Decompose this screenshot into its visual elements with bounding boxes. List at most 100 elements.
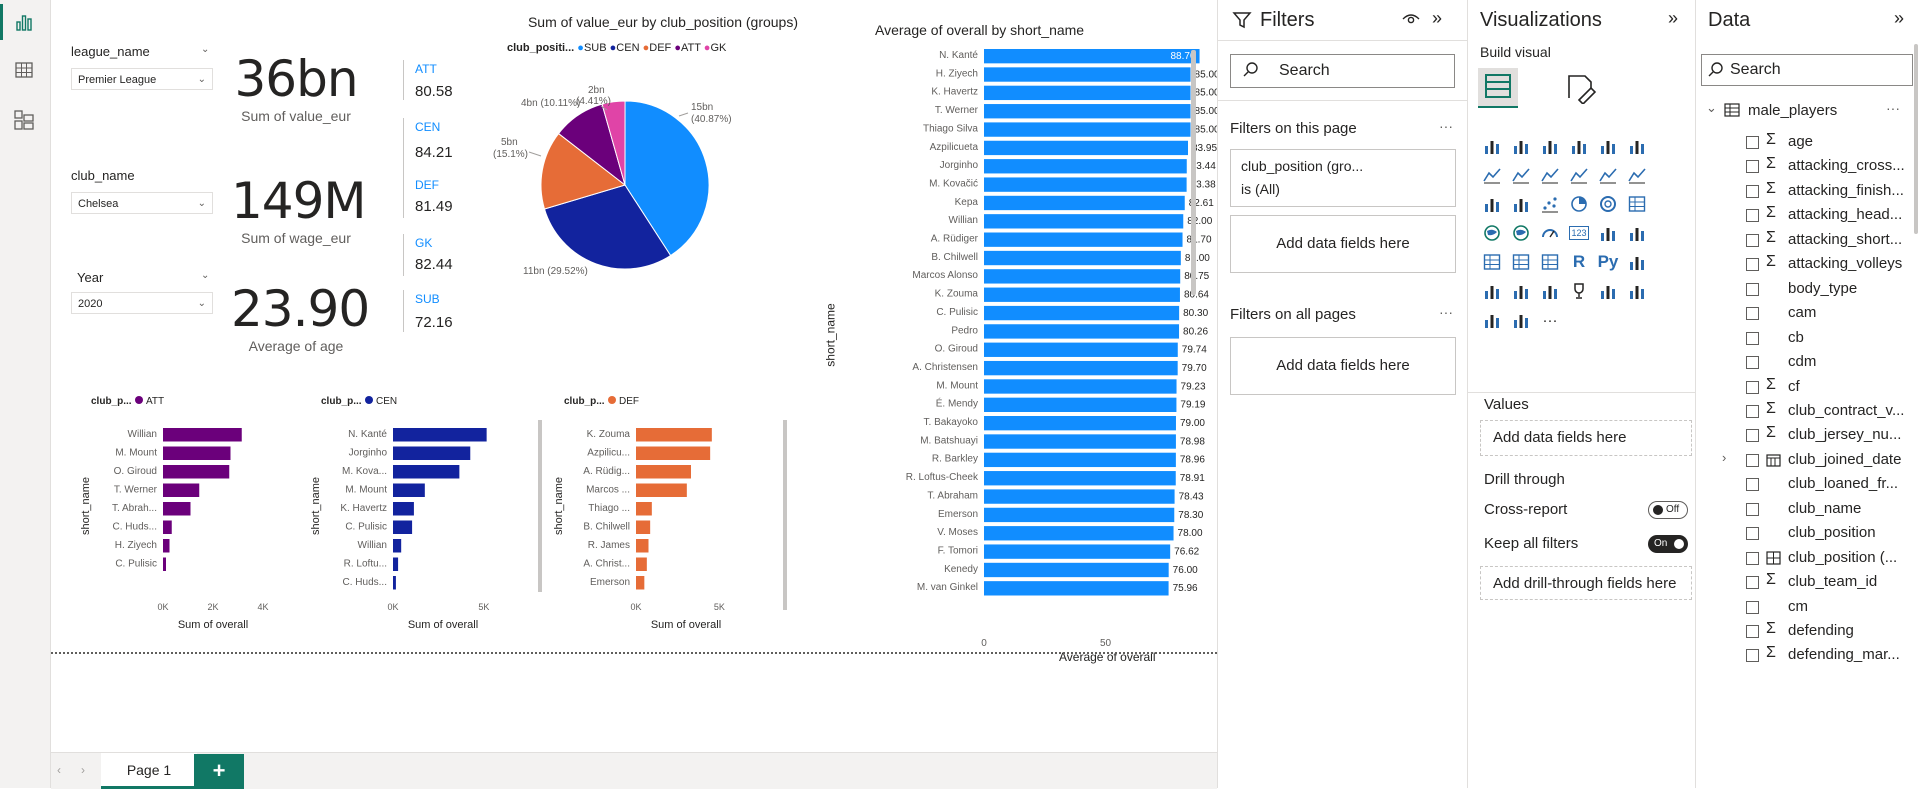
bar[interactable]	[393, 520, 413, 535]
bar[interactable]	[984, 232, 1183, 247]
chevron-down-icon[interactable]: ⌄	[1706, 100, 1717, 116]
collapse-pane-icon[interactable]: »	[1894, 8, 1904, 29]
table-icon[interactable]	[1509, 250, 1533, 274]
bar[interactable]	[984, 562, 1169, 578]
kpi-card-age[interactable]: 23.90 Average of age	[231, 280, 370, 354]
add-page-button[interactable]: +	[194, 754, 244, 789]
keep-filters-toggle[interactable]: On	[1648, 535, 1688, 553]
bar[interactable]	[984, 159, 1187, 174]
slicer-year-dropdown[interactable]: 2020 ⌄	[71, 292, 213, 314]
field-checkbox[interactable]	[1746, 649, 1759, 663]
bar[interactable]	[636, 520, 651, 535]
key-influencers-icon[interactable]	[1625, 250, 1649, 274]
multi-row-card[interactable]: ATT 80.58 CEN 84.21 DEF 81.49 GK 82.44 S…	[403, 58, 493, 358]
kpi-card-value[interactable]: 36bn Sum of value_eur	[231, 50, 361, 124]
field-checkbox[interactable]	[1746, 184, 1759, 198]
bar[interactable]	[393, 502, 414, 516]
field-checkbox[interactable]	[1746, 356, 1759, 370]
cen-bar-chart[interactable]: club_p... CEN N. Kanté Jorginho M. Kova... M.…	[301, 388, 511, 648]
bar[interactable]	[984, 507, 1175, 523]
field-checkbox[interactable]	[1746, 576, 1759, 590]
bar[interactable]	[163, 483, 200, 498]
bar[interactable]	[636, 557, 647, 572]
bar[interactable]	[984, 49, 1200, 64]
bar[interactable]	[984, 581, 1169, 596]
bar[interactable]	[984, 360, 1178, 376]
bar[interactable]	[984, 544, 1171, 559]
stacked-bar-icon[interactable]	[1480, 134, 1504, 158]
python-visual-icon[interactable]: Py	[1596, 250, 1620, 274]
line-chart-icon[interactable]	[1480, 163, 1504, 187]
field-checkbox[interactable]	[1746, 527, 1759, 541]
chevrons-icon[interactable]	[1509, 308, 1533, 332]
bar[interactable]	[984, 379, 1177, 394]
chevron-right-icon[interactable]: ›	[1722, 450, 1726, 465]
bar[interactable]	[984, 489, 1175, 504]
field-checkbox[interactable]	[1746, 258, 1759, 272]
field-checkbox[interactable]	[1746, 136, 1759, 149]
bar[interactable]	[984, 122, 1191, 137]
waterfall-icon[interactable]	[1480, 192, 1504, 216]
bar[interactable]	[984, 104, 1191, 119]
line-clustered-icon[interactable]	[1596, 163, 1620, 187]
bar[interactable]	[163, 428, 242, 442]
clustered-column-icon[interactable]	[1567, 134, 1591, 158]
pie-chart-visual[interactable]: Sum of value_eur by club_position (group…	[483, 14, 843, 334]
bar[interactable]	[393, 557, 399, 572]
field-checkbox[interactable]	[1746, 453, 1759, 467]
scatter-icon[interactable]	[1538, 192, 1562, 216]
table-view-icon[interactable]	[10, 56, 38, 84]
100-bar-icon[interactable]	[1596, 134, 1620, 158]
field-checkbox[interactable]	[1746, 478, 1759, 492]
kpi-icon[interactable]	[1625, 221, 1649, 245]
treemap-icon[interactable]	[1625, 192, 1649, 216]
def-bar-chart[interactable]: club_p... DEF K. Zouma Azpilicu... A. Rüdig.…	[544, 388, 764, 648]
bar[interactable]	[984, 269, 1181, 284]
bar[interactable]	[984, 214, 1184, 229]
stacked-column-icon[interactable]	[1509, 134, 1533, 158]
field-checkbox[interactable]	[1746, 331, 1759, 345]
tab-page-1[interactable]: Page 1	[101, 753, 197, 789]
bar[interactable]	[393, 428, 487, 442]
bar[interactable]	[636, 428, 712, 442]
chevron-right-icon[interactable]: ›	[81, 763, 85, 777]
values-drop-zone[interactable]: Add data fields here	[1480, 420, 1692, 456]
field-checkbox[interactable]	[1746, 429, 1759, 443]
filled-map-icon[interactable]	[1509, 221, 1533, 245]
chevron-down-icon[interactable]: ⌄	[201, 270, 209, 281]
scrollbar[interactable]	[783, 420, 787, 610]
field-checkbox[interactable]	[1746, 625, 1759, 638]
bar[interactable]	[636, 446, 711, 461]
matrix-icon[interactable]	[1538, 250, 1562, 274]
eye-icon[interactable]	[1402, 10, 1420, 33]
filters-page-drop-zone[interactable]: Add data fields here	[1230, 215, 1456, 273]
bar[interactable]	[163, 539, 170, 553]
slicer-league-dropdown[interactable]: Premier League ⌄	[71, 68, 213, 90]
power-automate-icon[interactable]	[1625, 279, 1649, 303]
drill-through-drop-zone[interactable]: Add drill-through fields here	[1480, 566, 1692, 600]
bar[interactable]	[984, 471, 1176, 486]
r-visual-icon[interactable]: R	[1567, 250, 1591, 274]
bar[interactable]	[393, 576, 396, 590]
collapse-pane-icon[interactable]: »	[1668, 8, 1678, 29]
att-bar-chart[interactable]: club_p... ATT Willian M. Mount O. Giroud T. W…	[71, 388, 281, 648]
collapse-pane-icon[interactable]: »	[1432, 8, 1442, 29]
bar[interactable]	[393, 483, 425, 498]
bar[interactable]	[393, 465, 460, 479]
bar[interactable]	[984, 305, 1180, 321]
line-column-icon[interactable]	[1567, 163, 1591, 187]
report-view-icon[interactable]	[10, 8, 38, 36]
trophy-icon[interactable]	[1567, 279, 1591, 303]
bar[interactable]	[636, 465, 691, 479]
bar[interactable]	[984, 434, 1176, 449]
slicer-club-dropdown[interactable]: Chelsea ⌄	[71, 192, 213, 214]
ribbon-chart-icon[interactable]	[1625, 163, 1649, 187]
smart-narrative-icon[interactable]	[1538, 279, 1562, 303]
filters-all-drop-zone[interactable]: Add data fields here	[1230, 337, 1456, 395]
bar[interactable]	[163, 520, 172, 535]
power-apps-icon[interactable]	[1480, 308, 1504, 332]
multi-row-card-icon[interactable]	[1596, 221, 1620, 245]
filter-card-club-position[interactable]: club_position (gro... is (All)	[1230, 149, 1456, 207]
bar[interactable]	[984, 416, 1176, 431]
more-options-icon[interactable]: ···	[1439, 118, 1453, 134]
